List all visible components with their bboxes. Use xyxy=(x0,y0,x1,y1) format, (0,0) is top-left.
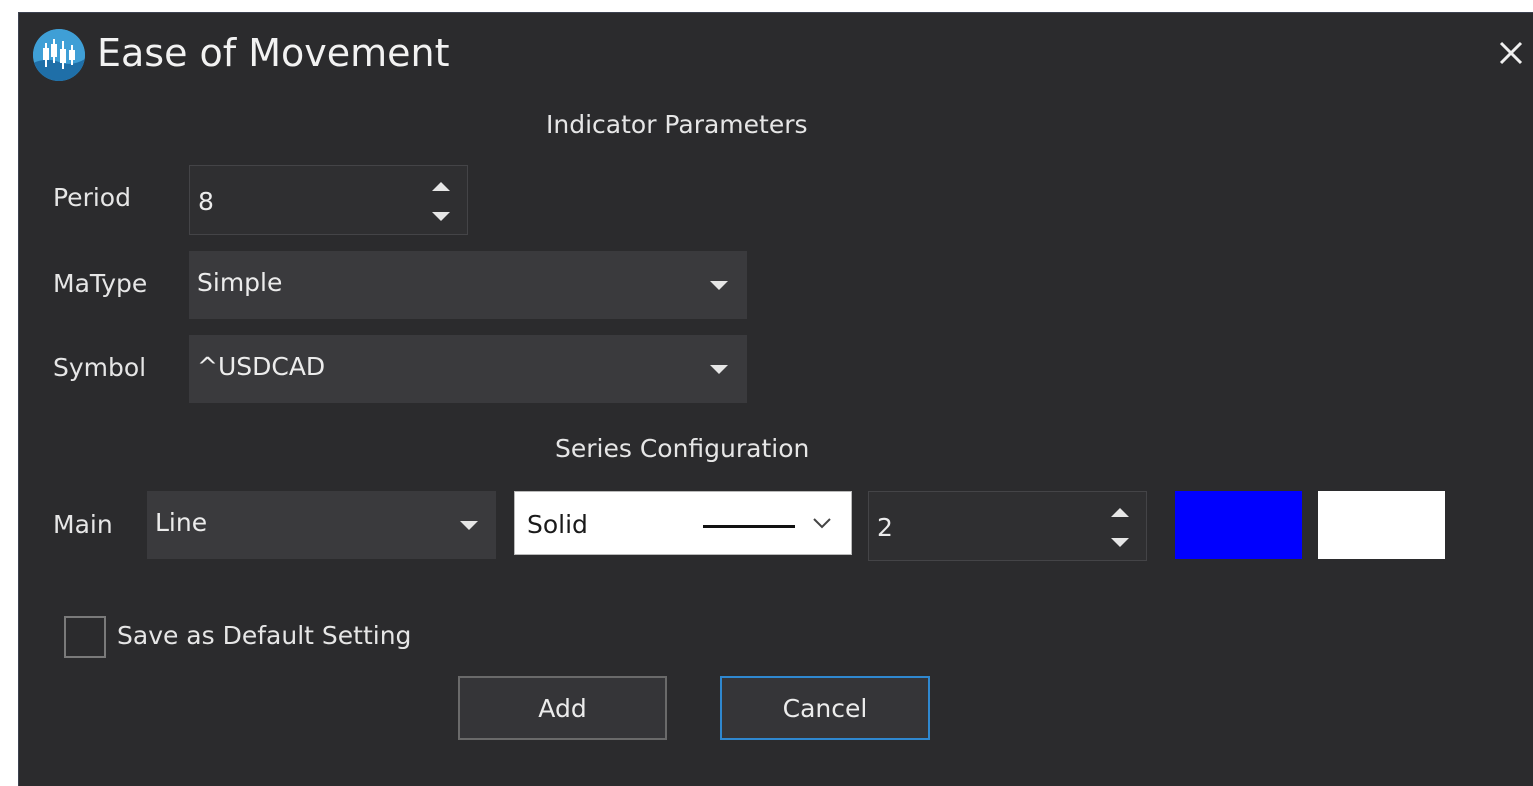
symbol-value: ^USDCAD xyxy=(197,352,326,381)
indicator-dialog: Ease of Movement Indicator Parameters Pe… xyxy=(18,12,1533,786)
period-stepper[interactable]: 8 xyxy=(189,165,468,235)
series-type-select[interactable]: Line xyxy=(147,491,496,559)
line-width-stepper[interactable]: 2 xyxy=(868,491,1147,561)
spin-up-icon[interactable] xyxy=(1111,508,1129,517)
matype-select[interactable]: Simple xyxy=(189,251,747,319)
symbol-label: Symbol xyxy=(53,353,147,382)
cancel-button[interactable]: Cancel xyxy=(720,676,930,740)
series-type-value: Line xyxy=(155,508,208,537)
chevron-down-icon xyxy=(710,281,728,290)
save-default-checkbox[interactable] xyxy=(64,616,106,658)
spin-down-icon[interactable] xyxy=(1111,538,1129,547)
spin-down-icon[interactable] xyxy=(432,212,450,221)
close-button[interactable] xyxy=(1493,35,1529,71)
period-value: 8 xyxy=(198,187,214,216)
indicator-parameters-heading: Indicator Parameters xyxy=(546,110,808,139)
line-color-swatch[interactable] xyxy=(1175,491,1302,559)
line-width-value: 2 xyxy=(877,513,893,542)
add-button[interactable]: Add xyxy=(458,676,667,740)
spin-up-icon[interactable] xyxy=(432,182,450,191)
main-series-label: Main xyxy=(53,510,113,539)
save-default-label: Save as Default Setting xyxy=(117,621,412,650)
chevron-down-icon xyxy=(813,518,831,529)
matype-value: Simple xyxy=(197,268,283,297)
dialog-title: Ease of Movement xyxy=(97,31,450,75)
period-label: Period xyxy=(53,183,131,212)
series-configuration-heading: Series Configuration xyxy=(555,434,810,463)
candlestick-chart-icon xyxy=(33,29,85,81)
line-style-preview xyxy=(703,525,795,528)
symbol-select[interactable]: ^USDCAD xyxy=(189,335,747,403)
line-style-value: Solid xyxy=(527,510,588,539)
chevron-down-icon xyxy=(460,521,478,530)
secondary-color-swatch[interactable] xyxy=(1318,491,1445,559)
close-icon xyxy=(1499,41,1523,65)
line-style-select[interactable]: Solid xyxy=(514,491,852,555)
matype-label: MaType xyxy=(53,269,148,298)
chevron-down-icon xyxy=(710,365,728,374)
